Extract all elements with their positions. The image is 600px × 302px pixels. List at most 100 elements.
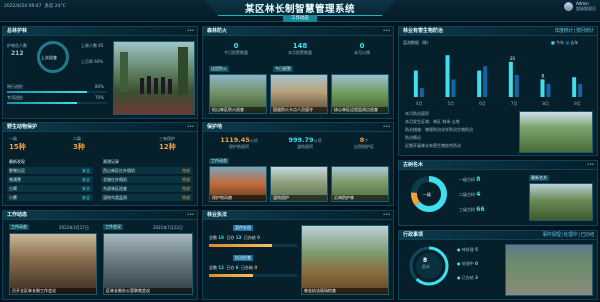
pest-month-tick: 5月 (448, 101, 455, 106)
wild-row-left[interactable]: 小麂 安全 (7, 194, 93, 201)
pest-item-4: 防治情况 (405, 135, 421, 140)
fire-photo-1[interactable]: 松山林区防火巡查 (209, 74, 267, 114)
fire-kpi-month: 148 本月报警数量 (288, 42, 312, 55)
wild-kpi-2: 二级 3种 (73, 136, 85, 151)
panel-title: 野生动物保护 (7, 124, 38, 130)
enf-photo[interactable]: 林业执法现场检查 (301, 225, 389, 295)
tree-photo[interactable] (529, 183, 593, 221)
wild-row-right[interactable]: 西山林区红外相机 完成 (101, 167, 193, 174)
datetime-weather: 2022/4/24 09:47 多云 24°C (4, 3, 66, 9)
panel-title: 行政事项 (403, 232, 424, 238)
work-photo-left[interactable]: 召开全区林长制工作会议 (9, 233, 97, 295)
prot-kpi-3: 8个 自然保护区 (354, 136, 374, 149)
pest-item-2: 本月发生区域：林区 林场 山地 (405, 119, 460, 124)
pest-bar-this-year (477, 70, 482, 97)
wildlife-panel: 野生动物保护 ••• 一级 15种 二级 3种 三有保护 12种 最新发现 观测记录 野… (2, 122, 198, 206)
stat-row-2: 上月率 60% (81, 59, 104, 64)
patrol-photo[interactable] (113, 41, 195, 115)
prot-photo-3[interactable]: 沿海防护林 (331, 166, 389, 202)
wild-row-left[interactable]: 野猪出没 安全 (7, 167, 93, 174)
fire-photo-2[interactable]: 国道防火卡点人员值守 (270, 74, 328, 114)
bar-pct-2: 70% (95, 95, 104, 100)
more-icon[interactable]: ••• (187, 123, 195, 132)
more-icon[interactable]: ••• (187, 27, 195, 36)
more-icon[interactable]: ••• (587, 161, 595, 170)
user-menu[interactable]: Admin 超级管理员 (564, 1, 596, 11)
fire-kpi-fires: 0 本月火情 (354, 42, 370, 55)
events-panel: 行政事项 事件受理 | 处理中 | 已办结 8 总计 ● 待处理 5 ● 处理中 0… (398, 230, 598, 300)
pest-month-tick: 6月 (479, 101, 486, 106)
work-date-right: 2021年7月22日 (153, 225, 183, 230)
pest-bar-last-year (419, 88, 424, 97)
pest-bar-chart: 4月 5月 6月 7月 8月 9月 20 8 (413, 55, 583, 106)
panel-title: 森林防火 (207, 28, 228, 34)
prot-kpi-1: 1119.45公顷 保护地面积 (220, 136, 258, 149)
work-tab-left[interactable]: 工作动态 (9, 224, 29, 230)
pest-month-tick: 7月 (511, 101, 518, 106)
pest-data-label: 20 (510, 56, 516, 61)
pest-item-1: 本月防治面积 (405, 111, 429, 116)
tree-tag[interactable]: 最新名木 (529, 175, 549, 181)
more-icon[interactable]: ••• (383, 123, 391, 132)
datetime: 2022/4/24 09:47 (4, 4, 42, 9)
enf-tab-1[interactable]: 案件处理 (233, 225, 253, 231)
forest-chief-panel: 总林护林 ••• 上次巡查 护林员人数 212 上周人数 85 上月率 60% 例… (2, 26, 198, 119)
wild-row-left[interactable]: 白鹭 安全 (7, 185, 93, 192)
pest-bar-last-year (514, 75, 519, 97)
tag-alarm[interactable]: 今日报警 (273, 66, 293, 72)
enf-bar-2 (209, 274, 297, 277)
pest-photo[interactable] (519, 111, 593, 153)
enf-tab-2[interactable]: 执法检查 (233, 255, 253, 261)
protection-panel: 保护地 ••• 1119.45公顷 保护地面积 999.79公顷 湿地面积 8个 自然保… (202, 122, 394, 206)
pest-panel: 林业有害生物防治 年度统计 | 按月统计 监测数据（株） ■ 今年 ■ 去年 4月… (398, 26, 598, 156)
chart-legend: ■ 今年 ■ 去年 (551, 40, 579, 45)
wild-row-right[interactable]: 北坡红外相机 完成 (101, 176, 193, 183)
wild-row-right[interactable]: 湿地鸟类监测 完成 (101, 194, 193, 201)
count-label: 护林员人数 (7, 43, 27, 48)
pest-bar-last-year (578, 83, 583, 97)
avatar[interactable] (564, 2, 573, 11)
panel-title: 工作动态 (7, 212, 28, 218)
enf-row-2: 总数 12 已办 6 已办结 0 (209, 265, 258, 270)
donut-center: 一级 (423, 192, 431, 197)
people-icon (120, 47, 188, 95)
work-tab-right[interactable]: 工作会议 (103, 224, 123, 230)
header-tab[interactable]: 工作动态 (283, 15, 317, 22)
pest-bar-last-year (451, 79, 456, 97)
progress-bar-1 (7, 91, 107, 93)
panel-title: 林业执法 (207, 212, 228, 218)
user-role: 超级管理员 (576, 5, 596, 11)
pest-bar-this-year (508, 61, 513, 97)
wild-row-left[interactable]: 普通鵟 安全 (7, 176, 93, 183)
tree-stat: 二级古树 4 (459, 191, 481, 198)
pest-bar-this-year (445, 55, 450, 97)
more-icon[interactable]: ••• (383, 27, 391, 36)
work-photo-right[interactable]: 区林长制办公室联席会议 (103, 233, 193, 295)
app-title: 某区林长制智慧管理系统 (244, 4, 355, 15)
pest-item-3: 防治措施：物理防治化学防治生物防治 (405, 127, 473, 132)
work-date-left: 2022年3月17日 (59, 225, 89, 230)
progress-bar-2 (7, 102, 107, 104)
prot-photo-1[interactable]: 保护地风貌 (209, 166, 267, 202)
ring-label: 上次巡查 (41, 55, 57, 60)
more-icon[interactable]: ••• (187, 211, 195, 220)
event-total-label: 总计 (422, 264, 430, 269)
more-icon[interactable]: ••• (383, 211, 391, 220)
pest-month-tick: 8月 (543, 101, 550, 106)
stat-links[interactable]: 年度统计 | 按月统计 (555, 27, 595, 36)
pest-month-tick: 4月 (416, 101, 423, 106)
forest-fire-panel: 森林防火 ••• 0 今日报警数量 148 本月报警数量 0 本月火情 远程防火 今日报… (202, 26, 394, 119)
list-right-title: 观测记录 (103, 159, 119, 164)
pest-bar-last-year (483, 66, 488, 97)
prot-tag[interactable]: 工作动态 (209, 158, 229, 164)
tag-remote[interactable]: 远程防火 (209, 66, 229, 72)
event-links[interactable]: 事件受理 | 处理中 | 已办结 (542, 231, 594, 240)
event-map-photo[interactable] (505, 244, 593, 296)
event-stat: ● 处理中 0 (457, 261, 478, 266)
wild-row-right[interactable]: 东部林区巡查 完成 (101, 185, 193, 192)
panel-title: 总林护林 (7, 28, 28, 34)
weather: 多云 24°C (44, 4, 66, 9)
prot-photo-2[interactable]: 湿地巡护 (270, 166, 328, 202)
fire-photo-3[interactable]: 核心林区远程监测点巡查 (331, 74, 389, 114)
tree-stat: 三级古树 66 (459, 206, 485, 213)
